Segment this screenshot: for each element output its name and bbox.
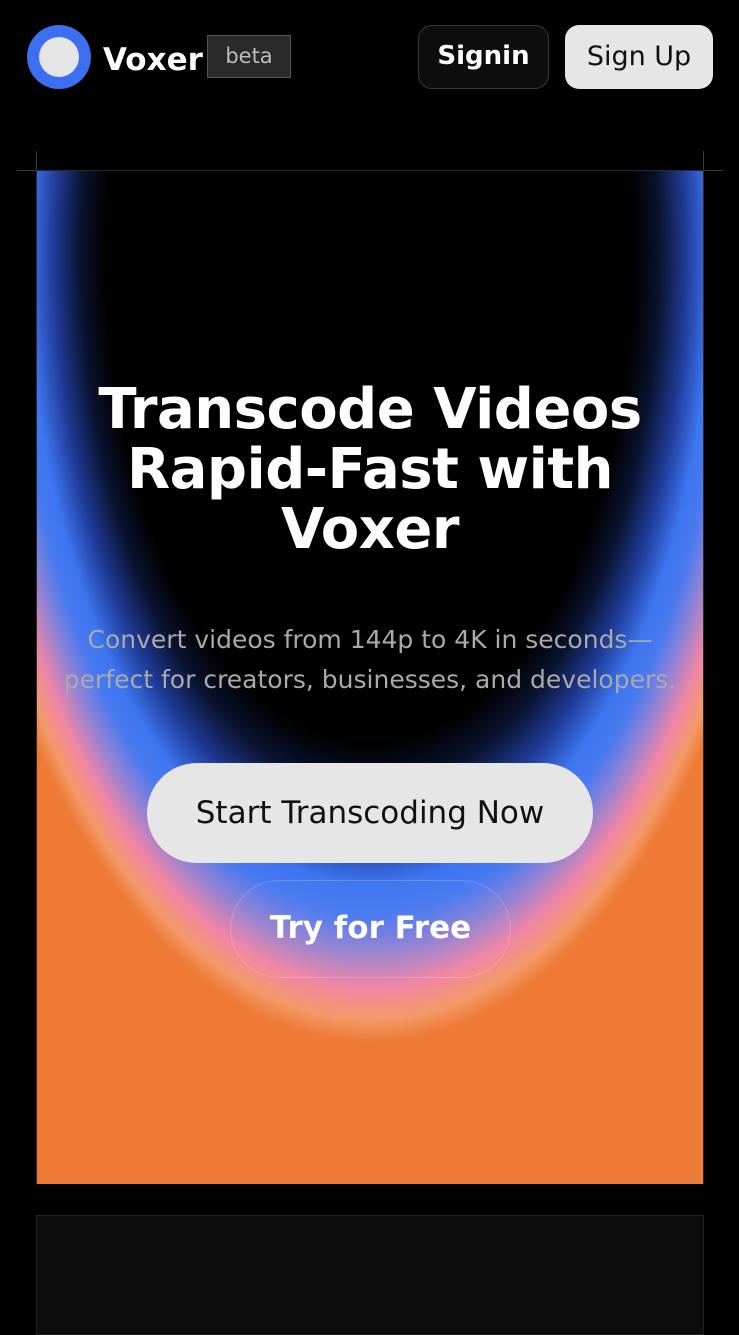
next-section-panel	[36, 1215, 704, 1335]
hero-title-line: Voxer	[281, 497, 459, 562]
hero-subtitle-line: Convert videos from 144p to 4K in second…	[87, 625, 653, 654]
hero-title-line: Transcode Videos	[98, 377, 642, 442]
signin-button[interactable]: Signin	[418, 25, 549, 89]
beta-badge: beta	[207, 35, 291, 78]
brand-name[interactable]: Voxer	[103, 38, 203, 82]
signup-button[interactable]: Sign Up	[565, 25, 713, 89]
start-transcoding-button[interactable]: Start Transcoding Now	[147, 763, 593, 863]
hero-title-line: Rapid-Fast with	[127, 437, 613, 502]
logo-icon[interactable]	[27, 25, 91, 89]
hero-subtitle: Convert videos from 144p to 4K in second…	[50, 620, 690, 700]
logo-icon-inner	[39, 37, 79, 77]
hero-title: Transcode Videos Rapid-Fast with Voxer	[36, 380, 704, 560]
try-for-free-button[interactable]: Try for Free	[230, 880, 511, 978]
top-nav: Voxer beta Signin Sign Up	[0, 0, 739, 115]
hero-subtitle-line: perfect for creators, businesses, and de…	[63, 665, 677, 694]
